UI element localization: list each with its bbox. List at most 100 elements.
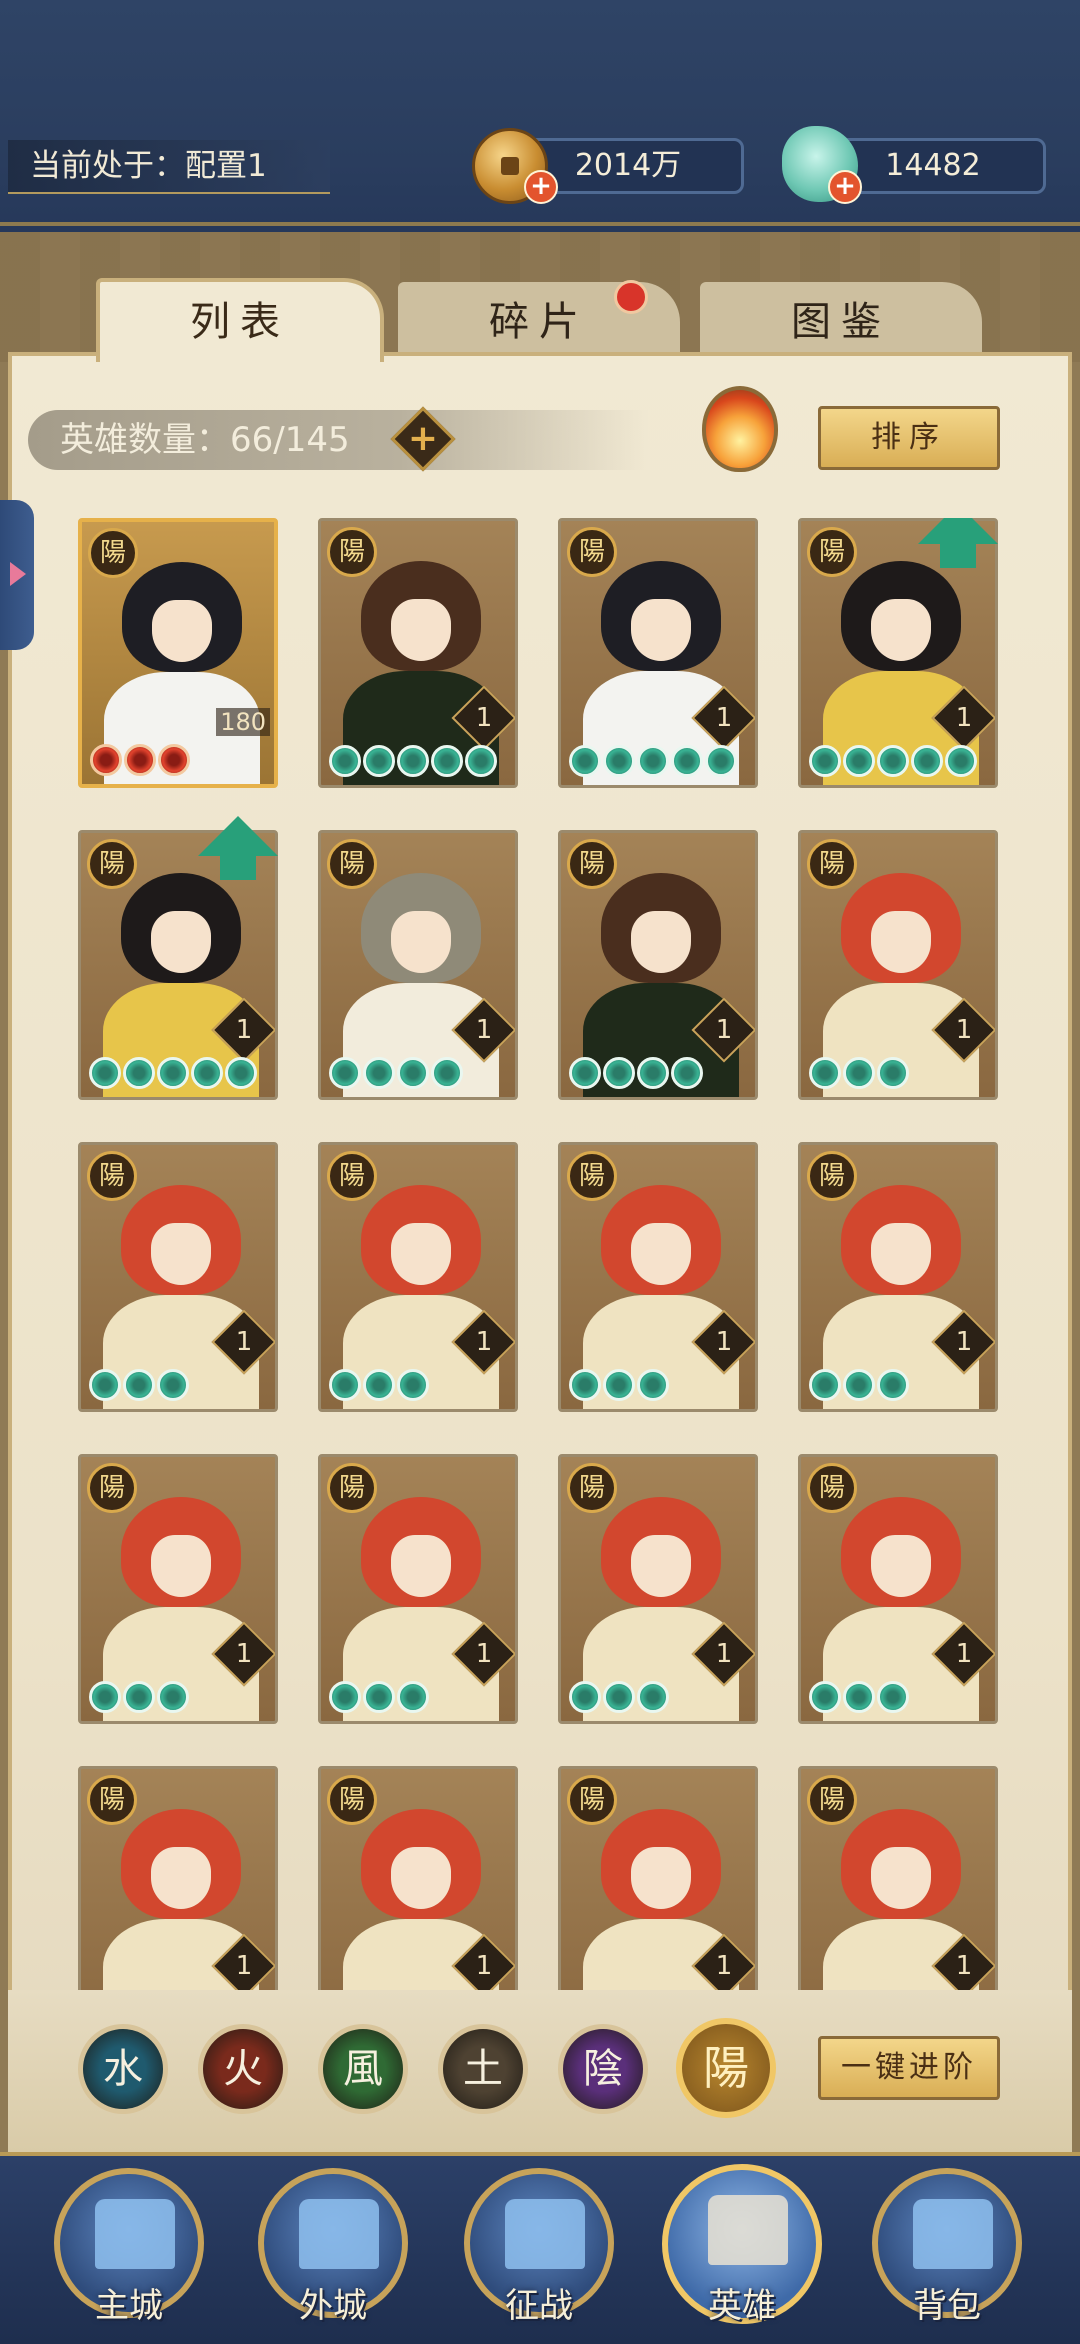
yang-badge-icon: 陽: [567, 1775, 617, 1825]
hero-card[interactable]: 陽 180: [78, 518, 278, 788]
hero-portrait-face: [871, 911, 931, 973]
star-icon: [843, 1369, 875, 1401]
hero-portrait-face: [871, 1535, 931, 1597]
nav-label: 外城: [299, 2286, 367, 2326]
filter-yin-button[interactable]: 陰: [558, 2024, 648, 2114]
star-icon: [637, 745, 669, 777]
hero-stars: [569, 745, 737, 779]
star-icon: [603, 745, 635, 777]
hero-card[interactable]: 陽1: [558, 1454, 758, 1724]
hero-card[interactable]: 陽1: [78, 1142, 278, 1412]
yang-badge-icon: 陽: [327, 1463, 377, 1513]
hero-portrait-face: [151, 911, 211, 973]
castle-icon: [95, 2199, 175, 2269]
star-icon: [397, 1681, 429, 1713]
hero-card[interactable]: 陽1: [318, 830, 518, 1100]
star-icon: [123, 1681, 155, 1713]
hero-card[interactable]: 陽1: [798, 1454, 998, 1724]
nav-label: 背包: [913, 2286, 981, 2326]
yang-badge-icon: 陽: [807, 1151, 857, 1201]
hero-portrait-face: [391, 1535, 451, 1597]
add-jade-button[interactable]: +: [828, 170, 862, 204]
star-icon: [397, 1057, 429, 1089]
hero-stars: [89, 1681, 189, 1715]
yang-badge-icon: 陽: [327, 839, 377, 889]
sort-button[interactable]: 排序: [818, 406, 1000, 470]
hero-stars: [89, 1369, 189, 1403]
hero-portrait-face: [152, 600, 212, 662]
tab-atlas[interactable]: 图鉴: [700, 282, 982, 362]
star-icon: [329, 1681, 361, 1713]
hero-portrait-face: [631, 1847, 691, 1909]
yang-badge-icon: 陽: [87, 839, 137, 889]
hero-card[interactable]: 陽1: [798, 830, 998, 1100]
hero-card[interactable]: 陽1: [558, 518, 758, 788]
hero-portrait-face: [391, 599, 451, 661]
star-icon: [671, 745, 703, 777]
star-icon: [363, 745, 395, 777]
star-icon: [637, 1369, 669, 1401]
one-click-advance-button[interactable]: 一键进阶: [818, 2036, 1000, 2100]
hero-avatar-icon: [708, 2195, 788, 2265]
hero-portrait-face: [631, 1223, 691, 1285]
hero-card[interactable]: 陽1: [318, 1766, 518, 1990]
hero-portrait-face: [631, 1535, 691, 1597]
filter-fire-button[interactable]: 火: [198, 2024, 288, 2114]
star-icon: [363, 1057, 395, 1089]
star-icon: [397, 1369, 429, 1401]
hero-card[interactable]: 陽1: [78, 1766, 278, 1990]
hero-stars: [809, 745, 977, 779]
yang-badge-icon: 陽: [327, 527, 377, 577]
star-icon: [225, 1057, 257, 1089]
add-coin-button[interactable]: +: [524, 170, 558, 204]
hero-level: 180: [216, 708, 270, 736]
star-icon: [363, 1369, 395, 1401]
hero-card[interactable]: 陽1: [558, 1766, 758, 1990]
filter-earth-button[interactable]: 土: [438, 2024, 528, 2114]
star-icon: [911, 745, 943, 777]
star-icon: [843, 1681, 875, 1713]
star-icon: [89, 1369, 121, 1401]
star-icon: [191, 1057, 223, 1089]
yang-badge-icon: 陽: [567, 1463, 617, 1513]
star-icon: [123, 1369, 155, 1401]
star-icon: [843, 745, 875, 777]
hero-portrait-face: [871, 599, 931, 661]
star-icon: [945, 745, 977, 777]
fire-icon[interactable]: [702, 386, 778, 472]
star-icon: [603, 1681, 635, 1713]
yang-badge-icon: 陽: [807, 1775, 857, 1825]
star-icon: [809, 1369, 841, 1401]
filter-water-button[interactable]: 水: [78, 2024, 168, 2114]
hero-portrait-face: [871, 1847, 931, 1909]
hero-card[interactable]: 陽1: [78, 1454, 278, 1724]
star-icon: [877, 1369, 909, 1401]
hero-stars: [329, 1369, 429, 1403]
hero-card[interactable]: 陽1: [318, 1454, 518, 1724]
hero-card[interactable]: 陽1: [318, 1142, 518, 1412]
hero-card[interactable]: 陽1: [798, 1766, 998, 1990]
filter-wind-button[interactable]: 風: [318, 2024, 408, 2114]
tab-list[interactable]: 列表: [96, 278, 384, 362]
yang-badge-icon: 陽: [567, 527, 617, 577]
hero-card[interactable]: 陽1: [318, 518, 518, 788]
hero-card[interactable]: 陽1: [558, 830, 758, 1100]
star-icon: [877, 1057, 909, 1089]
yang-badge-icon: 陽: [567, 839, 617, 889]
hero-grid: 陽 180 陽 1 陽 1 陽 1 陽 1 陽 1 陽 1 陽 1 陽 1 陽 1 陽 1 陽 1 陽 1 陽 1 陽 1 陽 1 陽 1 陽 1 陽 1…: [78, 518, 1002, 1990]
yang-badge-icon: 陽: [87, 1463, 137, 1513]
config-label[interactable]: 当前处于：配置1: [8, 140, 330, 194]
yang-badge-icon: 陽: [87, 1151, 137, 1201]
hero-card[interactable]: 陽1: [798, 1142, 998, 1412]
yang-badge-icon: 陽: [327, 1775, 377, 1825]
nav-label: 英雄: [708, 2286, 776, 2326]
hero-stars: [569, 1369, 669, 1403]
star-icon: [809, 1681, 841, 1713]
filter-yang-button[interactable]: 陽: [676, 2018, 776, 2118]
star-icon: [569, 1057, 601, 1089]
star-icon: [431, 1057, 463, 1089]
star-icon: [569, 1369, 601, 1401]
hero-card[interactable]: 陽1: [558, 1142, 758, 1412]
star-icon: [89, 1681, 121, 1713]
side-drawer-handle[interactable]: [0, 500, 34, 650]
